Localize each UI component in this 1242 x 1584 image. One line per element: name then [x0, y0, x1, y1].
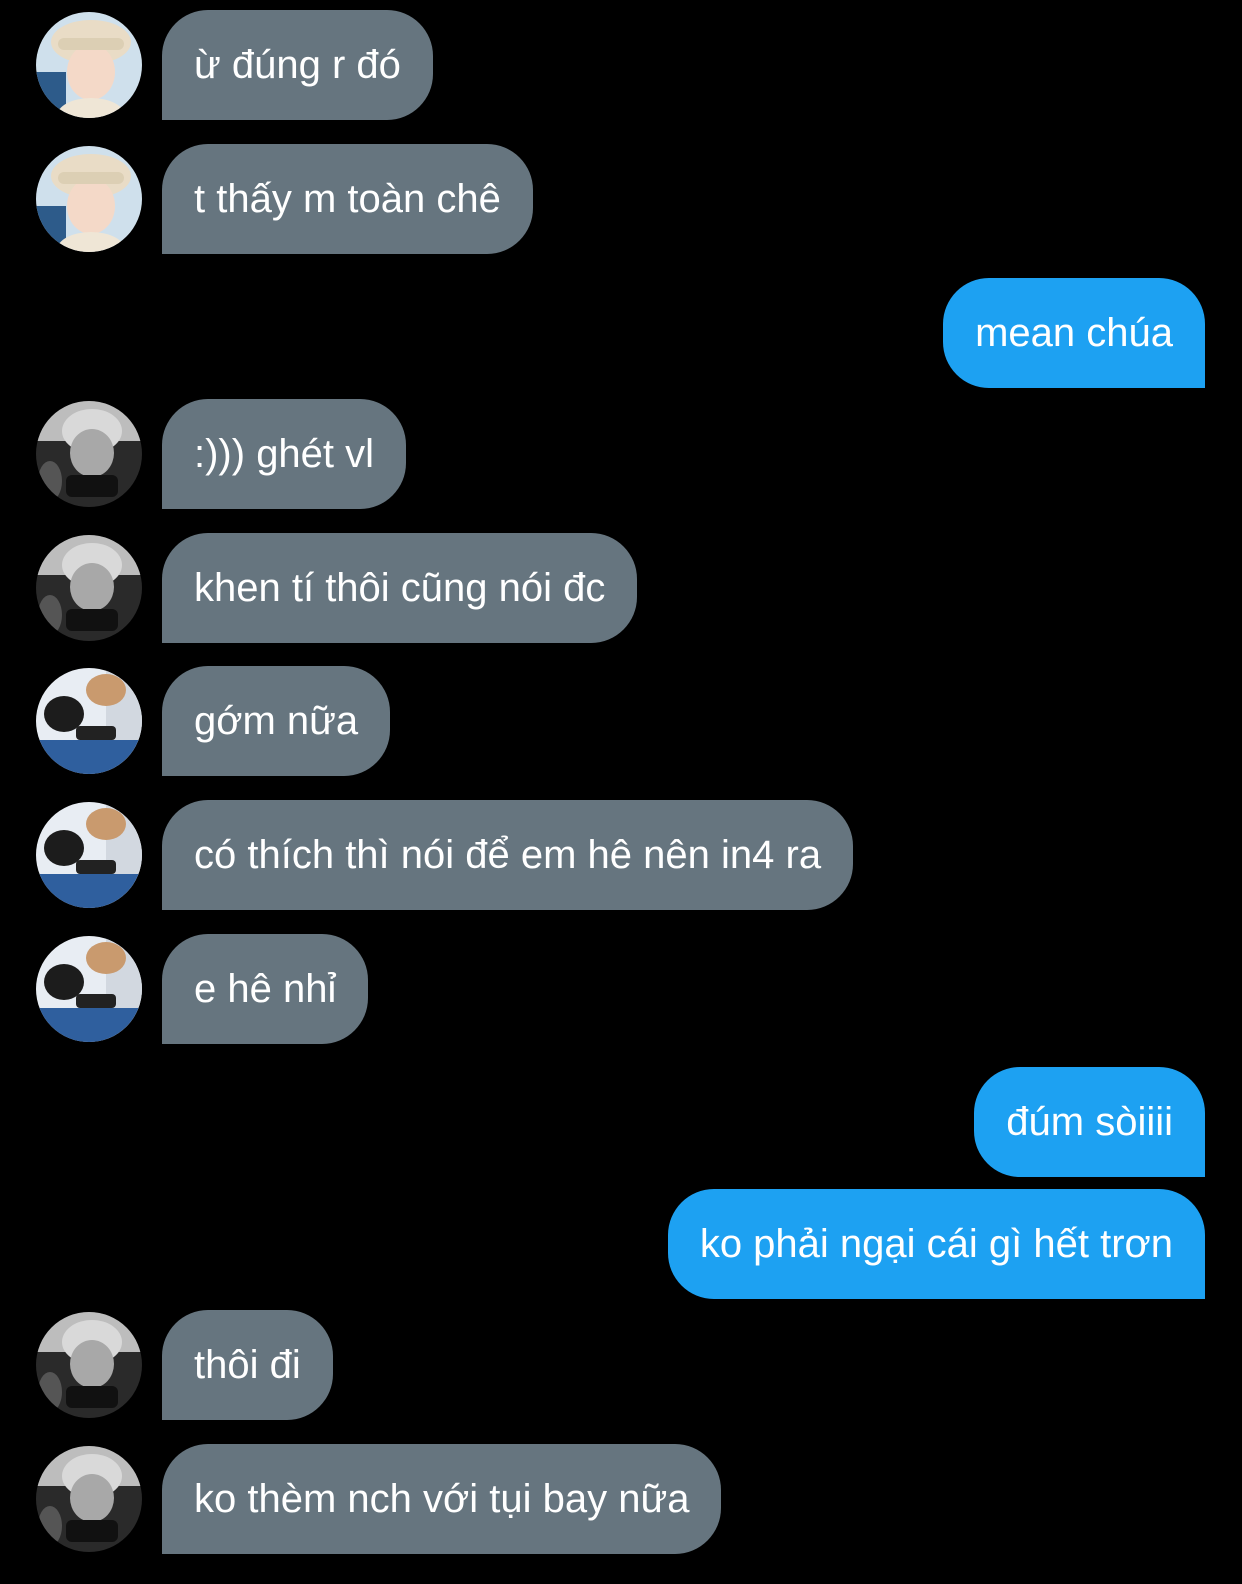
message-row-incoming: t thấy m toàn chê	[0, 144, 1242, 254]
message-bubble[interactable]: ừ đúng r đó	[162, 10, 433, 120]
message-row-outgoing: mean chúa	[0, 278, 1242, 388]
avatar-duo[interactable]	[36, 668, 142, 774]
message-row-incoming: thôi đi	[0, 1310, 1242, 1420]
message-row-incoming: ừ đúng r đó	[0, 10, 1242, 120]
avatar-bw[interactable]	[36, 401, 142, 507]
message-row-incoming: gớm nữa	[0, 666, 1242, 776]
message-bubble[interactable]: :))) ghét vl	[162, 399, 407, 509]
avatar-bw[interactable]	[36, 1446, 142, 1552]
avatar-duo[interactable]	[36, 936, 142, 1042]
avatar-bw[interactable]	[36, 535, 142, 641]
message-bubble[interactable]: e hê nhỉ	[162, 934, 369, 1044]
message-bubble[interactable]: gớm nữa	[162, 666, 391, 776]
message-bubble[interactable]: ko thèm nch với tụi bay nữa	[162, 1444, 722, 1554]
avatar-hat[interactable]	[36, 12, 142, 118]
message-bubble[interactable]: có thích thì nói để em hê nên in4 ra	[162, 800, 854, 910]
message-row-incoming: e hê nhỉ	[0, 934, 1242, 1044]
message-row-incoming: có thích thì nói để em hê nên in4 ra	[0, 800, 1242, 910]
avatar-bw[interactable]	[36, 1312, 142, 1418]
message-bubble[interactable]: ko phải ngại cái gì hết trơn	[667, 1189, 1205, 1299]
message-row-incoming: khen tí thôi cũng nói đc	[0, 533, 1242, 643]
avatar-duo[interactable]	[36, 802, 142, 908]
message-bubble[interactable]: t thấy m toàn chê	[162, 144, 533, 254]
message-bubble[interactable]: thôi đi	[162, 1310, 333, 1420]
message-row-outgoing: ko phải ngại cái gì hết trơn	[0, 1189, 1242, 1299]
message-row-incoming: ko thèm nch với tụi bay nữa	[0, 1444, 1242, 1554]
message-bubble[interactable]: mean chúa	[943, 278, 1205, 388]
avatar-hat[interactable]	[36, 146, 142, 252]
message-bubble[interactable]: đúm sòiiii	[974, 1067, 1205, 1177]
message-row-outgoing: đúm sòiiii	[0, 1067, 1242, 1177]
message-row-incoming: :))) ghét vl	[0, 399, 1242, 509]
message-bubble[interactable]: khen tí thôi cũng nói đc	[162, 533, 638, 643]
